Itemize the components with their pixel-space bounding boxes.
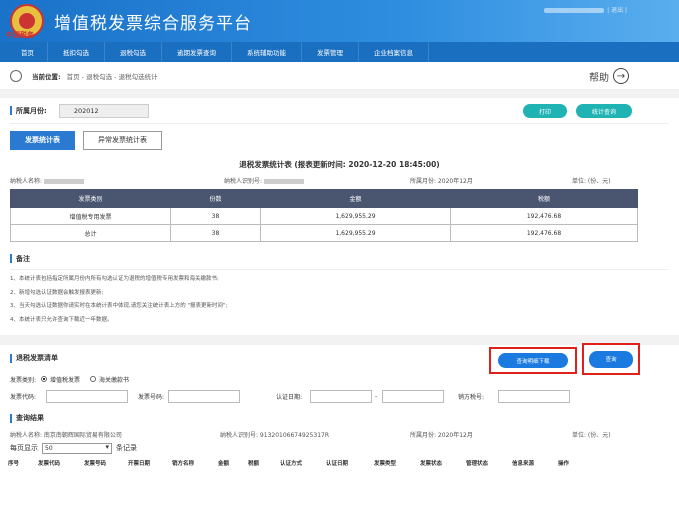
tab-invoice-stat[interactable]: 发票统计表 bbox=[10, 130, 75, 150]
main-nav: 首页 抵扣勾选 退税勾选 逾期发票查询 系统辅助功能 发票管理 企业档案信息 bbox=[0, 42, 679, 62]
column-header: 发票号码 bbox=[84, 461, 107, 467]
seller-tax-label: 销方税号: bbox=[458, 393, 485, 401]
tab-abnormal-invoice-stat[interactable]: 异常发票统计表 bbox=[83, 130, 162, 150]
date-label: 认证日期: bbox=[276, 393, 303, 401]
print-button[interactable]: 打印 bbox=[523, 104, 567, 118]
code-label: 发票代码: bbox=[10, 393, 37, 401]
type-label: 发票类别: bbox=[10, 376, 37, 384]
invoice-list-title: 退税发票清单 bbox=[16, 354, 58, 362]
remarks-list: 1、本统计表包括指定所属月份内所有勾选认证为退税的增值税专用发票和海关缴款书; … bbox=[10, 270, 669, 327]
results-title: 查询结果 bbox=[16, 414, 44, 422]
nav-refund-check[interactable]: 退税勾选 bbox=[105, 42, 162, 62]
column-header: 管理状态 bbox=[466, 461, 489, 467]
breadcrumb: 当前位置: 首页 - 退税勾选 - 退税勾选统计 bbox=[32, 72, 158, 81]
remarks-title: 备注 bbox=[16, 254, 30, 263]
location-icon bbox=[10, 69, 22, 82]
breadcrumb-bar: 当前位置: 首页 - 退税勾选 - 退税勾选统计 帮助 → bbox=[0, 62, 679, 90]
col-header: 税额 bbox=[450, 189, 638, 208]
invoice-list-section: 退税发票清单 查询明细下载 查询 发票类别: 增值税发票 海关缴款书 发票代码:… bbox=[0, 343, 679, 455]
seller-tax-input[interactable] bbox=[498, 389, 570, 403]
column-header: 信息来源 bbox=[512, 461, 535, 467]
column-header: 开票日期 bbox=[128, 461, 151, 467]
column-header: 税额 bbox=[248, 461, 260, 467]
nav-invoice-mgmt[interactable]: 发票管理 bbox=[302, 42, 359, 62]
help-button[interactable]: 帮助 → bbox=[589, 68, 629, 84]
invoice-number-input[interactable] bbox=[168, 389, 240, 403]
nav-deduction-check[interactable]: 抵扣勾选 bbox=[48, 42, 105, 62]
column-header: 认证方式 bbox=[280, 461, 303, 467]
logo-text: 中国税务 bbox=[6, 31, 34, 39]
radio-customs-payment[interactable] bbox=[90, 376, 97, 382]
app-title: 增值税发票综合服务平台 bbox=[54, 13, 252, 34]
user-area: | 退出 | bbox=[544, 5, 627, 14]
month-label: 所属月份: bbox=[16, 106, 47, 115]
download-detail-button[interactable]: 查询明细下载 bbox=[498, 353, 568, 368]
column-header: 销方名称 bbox=[172, 461, 195, 467]
app-header: 中国税务 增值税发票综合服务平台 | 退出 | bbox=[0, 0, 679, 42]
number-label: 发票号码: bbox=[138, 393, 165, 401]
result-taxpayer-id: 纳税人识别号: 91320106674925317R bbox=[220, 431, 329, 439]
nav-company-profile[interactable]: 企业档案信息 bbox=[359, 42, 429, 62]
radio-vat-invoice[interactable] bbox=[41, 376, 48, 382]
table-row: 总计 38 1,629,955.29 192,476.68 bbox=[10, 224, 638, 242]
logout-link[interactable]: | 退出 | bbox=[607, 7, 627, 14]
result-taxpayer-name: 纳税人名称: 南京南朝辉国际贸易有限公司 bbox=[10, 431, 122, 439]
invoice-code-input[interactable] bbox=[46, 389, 128, 403]
arrow-right-circle-icon: → bbox=[613, 68, 629, 84]
stat-month: 所属月份: 2020年12月 bbox=[410, 177, 473, 185]
results-columns: 序号 发票代码 发票号码 开票日期 销方名称 金额 税额 认证方式 认证日期 发… bbox=[0, 455, 679, 471]
month-input[interactable]: 202012 bbox=[58, 103, 149, 118]
month-section: 所属月份: 202012 打印 统计查询 发票统计表 异常发票统计表 退税发票统… bbox=[0, 98, 679, 189]
date-start-input[interactable] bbox=[310, 389, 372, 403]
query-button[interactable]: 查询 bbox=[589, 350, 633, 368]
username-redacted bbox=[544, 8, 605, 13]
remark-item: 2、新增勾选认证数据会触发报表更新; bbox=[10, 289, 104, 296]
stat-unit: 单位: (份、元) bbox=[572, 177, 611, 185]
remark-item: 1、本统计表包括指定所属月份内所有勾选认证为退税的增值税专用发票和海关缴款书; bbox=[10, 276, 219, 282]
stat-table: 发票类别 份数 金额 税额 增值税专用发票 38 1,629,955.29 192,4… bbox=[10, 189, 638, 242]
stat-query-button[interactable]: 统计查询 bbox=[576, 104, 632, 118]
per-page-select[interactable]: 50 bbox=[42, 442, 112, 454]
taxpayer-id: 纳税人识别号: bbox=[224, 176, 305, 185]
col-header: 金额 bbox=[260, 189, 451, 208]
result-unit: 单位: (份、元) bbox=[572, 431, 611, 439]
column-header: 发票状态 bbox=[420, 461, 443, 467]
column-header: 序号 bbox=[8, 461, 20, 467]
remark-item: 4、本统计表只允许查询下载近一年数据。 bbox=[10, 316, 113, 323]
date-end-input[interactable] bbox=[382, 389, 444, 403]
result-month: 所属月份: 2020年12月 bbox=[410, 431, 473, 439]
column-header: 发票类型 bbox=[374, 461, 397, 467]
stat-table-title: 退税发票统计表 (报表更新时间: 2020-12-20 18:45:00) bbox=[239, 160, 440, 169]
table-row: 增值税专用发票 38 1,629,955.29 192,476.68 bbox=[10, 207, 638, 225]
column-header: 发票代码 bbox=[38, 461, 61, 467]
remark-item: 3、当天勾选认证数据你请实时在本统计表中体现,请您关注统计表上方的 "报表更新时… bbox=[10, 303, 228, 309]
col-header: 发票类别 bbox=[10, 189, 171, 208]
col-header: 份数 bbox=[170, 189, 261, 208]
remarks-section: 备注 1、本统计表包括指定所属月份内所有勾选认证为退税的增值税专用发票和海关缴款… bbox=[0, 248, 679, 327]
column-header: 认证日期 bbox=[326, 461, 349, 467]
taxpayer-name: 纳税人名称: bbox=[10, 176, 85, 185]
column-header: 操作 bbox=[558, 461, 570, 467]
download-highlight: 查询明细下载 bbox=[489, 347, 577, 374]
column-header: 金额 bbox=[218, 461, 230, 467]
nav-system-tools[interactable]: 系统辅助功能 bbox=[232, 42, 302, 62]
nav-home[interactable]: 首页 bbox=[8, 42, 48, 62]
nav-overdue-query[interactable]: 逾期发票查询 bbox=[162, 42, 232, 62]
